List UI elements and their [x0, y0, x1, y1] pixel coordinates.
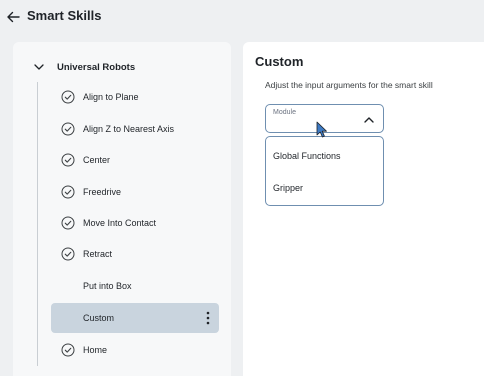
- back-arrow-icon[interactable]: [5, 9, 21, 25]
- skill-detail-panel: Custom Adjust the input arguments for th…: [243, 42, 484, 376]
- check-circle-icon: [61, 216, 75, 230]
- group-label: Universal Robots: [57, 61, 136, 73]
- skill-item-center[interactable]: Center: [51, 145, 219, 175]
- module-dropdown-menu: Global Functions Gripper: [265, 136, 384, 206]
- skill-item-freedrive[interactable]: Freedrive: [51, 177, 219, 207]
- check-circle-icon: [61, 185, 75, 199]
- check-circle-icon: [61, 247, 75, 261]
- skill-item-move-into-contact[interactable]: Move Into Contact: [51, 208, 219, 238]
- skill-label: Move Into Contact: [83, 218, 157, 228]
- skill-label: Home: [83, 345, 108, 355]
- skill-item-home[interactable]: Home: [51, 335, 219, 365]
- page-title: Smart Skills: [27, 8, 102, 23]
- skills-sidebar: Universal Robots Align to Plane Align Z …: [13, 42, 231, 376]
- module-select-label: Module: [273, 109, 296, 116]
- panel-title: Custom: [255, 54, 304, 69]
- skill-item-put-into-box[interactable]: Put into Box: [51, 271, 219, 301]
- skill-item-retract[interactable]: Retract: [51, 239, 219, 269]
- skill-item-custom[interactable]: Custom: [51, 303, 219, 333]
- check-circle-icon: [61, 343, 75, 357]
- skill-label: Put into Box: [83, 281, 132, 291]
- check-circle-icon: [61, 153, 75, 167]
- panel-description: Adjust the input arguments for the smart…: [265, 80, 433, 90]
- skill-item-align-to-plane[interactable]: Align to Plane: [51, 82, 219, 112]
- mouse-pointer-icon: [316, 121, 327, 138]
- skill-label: Center: [83, 155, 111, 165]
- skill-label: Align Z to Nearest Axis: [83, 124, 175, 134]
- chevron-down-icon: [34, 64, 44, 70]
- dropdown-option-gripper[interactable]: Gripper: [266, 173, 383, 203]
- tree-connector-line: [37, 82, 38, 366]
- chevron-up-icon: [364, 117, 374, 123]
- more-vertical-icon[interactable]: [205, 310, 211, 326]
- check-circle-icon: [61, 90, 75, 104]
- top-bar: Smart Skills: [0, 0, 484, 36]
- skill-label: Align to Plane: [83, 92, 139, 102]
- skill-label: Freedrive: [83, 187, 122, 197]
- skill-label: Custom: [83, 313, 115, 323]
- check-circle-icon: [61, 122, 75, 136]
- skill-item-align-z[interactable]: Align Z to Nearest Axis: [51, 114, 219, 144]
- dropdown-option-global-functions[interactable]: Global Functions: [266, 141, 383, 171]
- skill-label: Retract: [83, 249, 113, 259]
- group-universal-robots[interactable]: Universal Robots: [33, 58, 135, 76]
